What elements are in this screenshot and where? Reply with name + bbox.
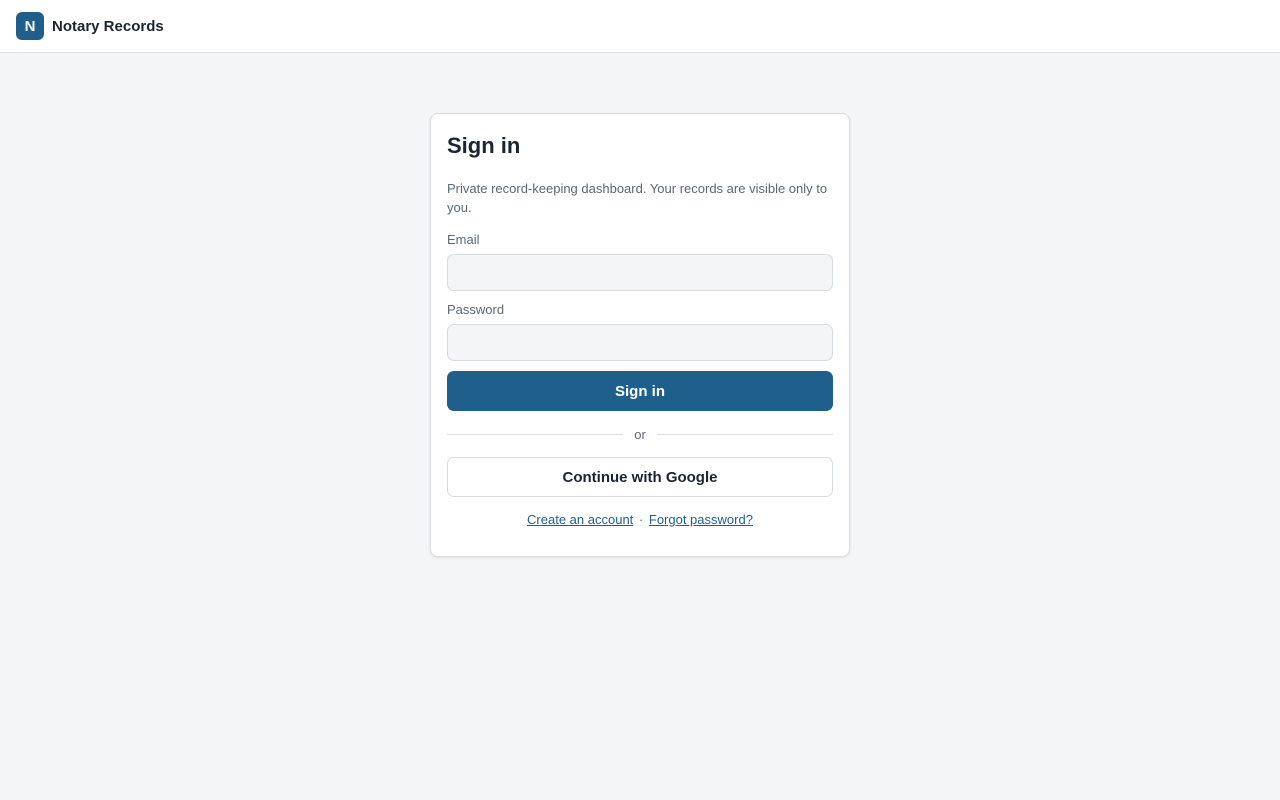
sign-in-button[interactable]: Sign in	[447, 371, 833, 411]
create-account-link[interactable]: Create an account	[527, 512, 633, 527]
email-field[interactable]	[447, 254, 833, 291]
signin-card: Sign in Private record-keeping dashboard…	[430, 113, 850, 557]
or-divider: or	[447, 426, 833, 442]
top-bar: N Notary Records	[0, 0, 1280, 53]
password-field[interactable]	[447, 324, 833, 361]
divider-text: or	[634, 426, 646, 442]
page-title: Sign in	[447, 133, 521, 158]
auth-links: Create an account · Forgot password?	[447, 512, 833, 528]
divider-line-right	[656, 433, 833, 435]
divider-line-left	[447, 433, 624, 435]
continue-with-google-button[interactable]: Continue with Google	[447, 457, 833, 497]
email-label: Email	[447, 232, 480, 247]
signin-description: Private record-keeping dashboard. Your r…	[447, 181, 828, 215]
app-name: Notary Records	[52, 17, 164, 35]
forgot-password-link[interactable]: Forgot password?	[649, 512, 753, 527]
password-label: Password	[447, 302, 505, 317]
app-logo-icon: N	[16, 12, 44, 40]
link-separator: ·	[638, 512, 644, 527]
